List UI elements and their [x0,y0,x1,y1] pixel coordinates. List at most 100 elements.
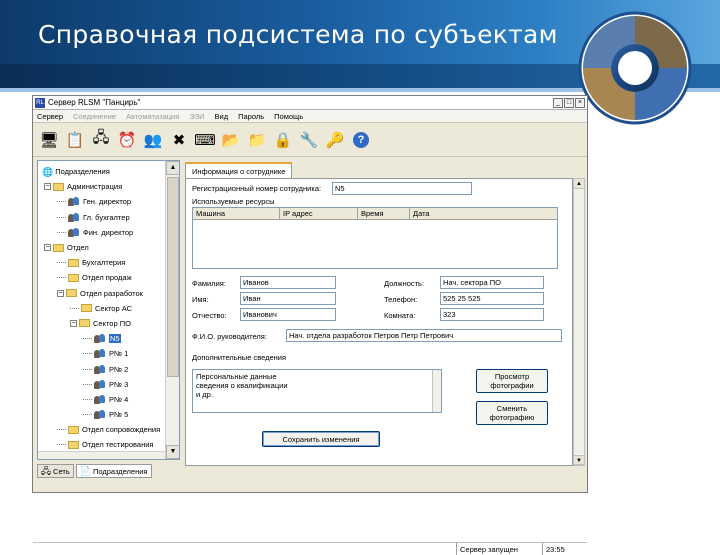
menu-view[interactable]: Вид [215,112,229,121]
manager-field[interactable]: Нач. отдела разработок Петров Петр Петро… [286,329,562,342]
first-name-label: Имя: [192,295,209,304]
tree-node[interactable]: − Администрация [38,179,165,194]
tree-node[interactable]: Р№ 2 [38,361,165,376]
reg-no-field[interactable]: N5 [332,182,472,195]
room-field[interactable]: 323 [440,308,544,321]
tree-node[interactable]: − Отдел [38,240,165,255]
tree-node[interactable]: Р№ 5 [38,407,165,422]
tools-icon[interactable]: 🔧 [297,128,321,152]
tree-node-label: Отдел [67,243,89,253]
grid-col-date[interactable]: Дата [410,208,557,219]
grid-col-ip[interactable]: IP адрес [280,208,358,219]
patronymic-field[interactable]: Иванович [240,308,336,321]
tree-node-label: Гл. бухгалтер [83,212,130,222]
scroll-thumb[interactable] [167,177,179,377]
phone-field[interactable]: 525 25 525 [440,292,544,305]
close-button[interactable]: × [575,97,585,108]
status-empty [33,543,457,555]
scroll-down-icon[interactable]: ▼ [574,455,584,465]
network-icon[interactable]: 🖧 [89,128,113,152]
scroll-up-icon[interactable]: ▲ [574,179,584,189]
folder-arrow-icon[interactable]: 📁 [245,128,269,152]
monitor-user-icon[interactable]: 🖥 [37,128,61,152]
tab-network[interactable]: 🖧 Сеть [37,464,74,478]
toolbar: 🖥 📋 🖧 ⏰ 👥 ✖ ⌨ 📂 📁 🔒 🔧 🔑 ? [33,123,587,157]
tree-connector [83,368,92,370]
tree-node[interactable]: N5 [38,331,165,346]
tree-connector [83,353,92,355]
position-field[interactable]: Нач. сектора ПО [440,276,544,289]
tree-node[interactable]: Сектор АС [38,301,165,316]
tree-node-label: Р№ 3 [109,379,129,389]
menubar: Сервер Соединение Автоматизация ЭЗИ Вид … [33,110,587,123]
users-icon [68,227,80,237]
lock-icon[interactable]: 🔒 [271,128,295,152]
extra-info-textarea[interactable]: Персональные данные сведения о квалифика… [192,369,442,413]
collapse-icon[interactable]: − [57,289,64,297]
grid-col-machine[interactable]: Машина [193,208,280,219]
menu-server[interactable]: Сервер [37,112,63,121]
menu-connection[interactable]: Соединение [73,112,116,121]
tab-departments[interactable]: 📄 Подразделения [75,464,152,478]
decorative-globe-image [578,11,692,125]
right-panel: Информация о сотруднике Регистрационный … [185,160,585,478]
grid-col-time[interactable]: Время [358,208,410,219]
collapse-icon[interactable]: − [70,319,77,327]
tree-node[interactable]: Фин. директор [38,225,165,240]
change-photo-button[interactable]: Сменить фотографию [476,401,548,425]
tree-connector [57,277,66,279]
scroll-down-icon[interactable]: ▼ [166,445,179,459]
folder-icon [68,258,79,267]
users-delete-icon[interactable]: ✖ [167,128,191,152]
first-name-field[interactable]: Иван [240,292,336,305]
tree-node[interactable]: Отдел продаж [38,270,165,285]
folder-open-icon[interactable]: 📂 [219,128,243,152]
details-tabstrip: Информация о сотруднике [185,160,585,178]
tree-connector [83,338,92,340]
users-icon [94,410,106,420]
tree-node[interactable]: Гл. бухгалтер [38,210,165,225]
maximize-button[interactable]: □ [564,97,574,108]
textarea-scrollbar[interactable] [432,370,441,412]
help-icon[interactable]: ? [349,128,373,152]
extra-info-line: сведения о квалификации [196,381,288,390]
collapse-icon[interactable]: − [44,244,51,252]
tree-node[interactable]: − Сектор ПО [38,316,165,331]
tree-horizontal-scrollbar[interactable] [38,451,165,459]
tab-departments-label: Подразделения [92,466,148,476]
left-panel: 🌐 Подразделения − Администрация Ген. дирек… [37,160,182,478]
save-changes-button[interactable]: Сохранить изменения [262,431,380,447]
settings-key-icon[interactable]: 🔑 [323,128,347,152]
window-body: 🌐 Подразделения − Администрация Ген. дирек… [33,158,587,555]
left-tabs: 🖧 Сеть 📄 Подразделения [37,464,180,478]
resources-grid[interactable]: Машина IP адрес Время Дата [192,207,558,269]
tree-node[interactable]: − Отдел разработок [38,286,165,301]
tree-node[interactable]: Отдел сопровождения [38,422,165,437]
minimize-button[interactable]: _ [553,97,563,108]
checklist-icon[interactable]: 📋 [63,128,87,152]
tab-employee-info[interactable]: Информация о сотруднике [185,162,293,178]
tree-node[interactable]: Р№ 3 [38,377,165,392]
tree-vertical-scrollbar[interactable]: ▲ ▼ [165,161,179,459]
view-photo-button[interactable]: Просмотр фотографии [476,369,548,393]
tree-node[interactable]: Р№ 4 [38,392,165,407]
tree-node[interactable]: Ген. директор [38,194,165,209]
last-name-field[interactable]: Иванов [240,276,336,289]
menu-password[interactable]: Пароль [238,112,264,121]
form-vertical-scrollbar[interactable]: ▲ ▼ [573,178,585,466]
folder-icon [81,304,92,313]
window-titlebar[interactable]: RL Сервер RLSM "Панцирь" _ □ × [33,96,587,110]
menu-automation[interactable]: Автоматизация [126,112,179,121]
keyboard-icon[interactable]: ⌨ [193,128,217,152]
menu-ezi[interactable]: ЭЗИ [189,112,204,121]
users-group-icon[interactable]: 👥 [141,128,165,152]
tree-node[interactable]: Бухгалтерия [38,255,165,270]
tree-root[interactable]: 🌐 Подразделения [38,164,165,179]
menu-help[interactable]: Помощь [274,112,303,121]
position-label: Должность: [384,279,425,288]
collapse-icon[interactable]: − [44,183,51,191]
scroll-up-icon[interactable]: ▲ [166,161,179,175]
tree-node[interactable]: Р№ 1 [38,346,165,361]
clock-icon[interactable]: ⏰ [115,128,139,152]
tree-node-label: Фин. директор [83,227,134,237]
